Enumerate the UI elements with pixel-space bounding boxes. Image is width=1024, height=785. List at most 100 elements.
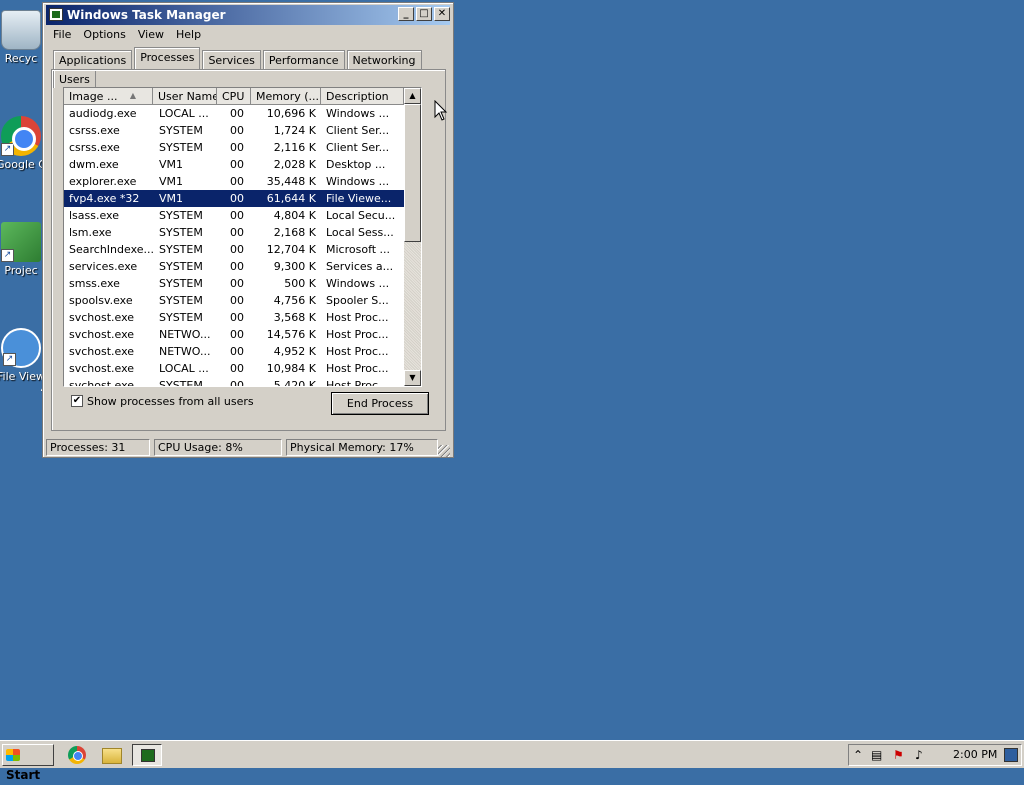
menu-file[interactable]: File (47, 26, 77, 43)
vertical-scrollbar[interactable]: ▲ ▼ (404, 88, 421, 386)
taskbar-explorer-icon[interactable] (102, 748, 122, 764)
menu-options[interactable]: Options (77, 26, 131, 43)
memory-cell: 61,644 K (266, 192, 316, 205)
flag-icon[interactable]: ⚑ (893, 748, 904, 762)
process-name-cell: svchost.exe (69, 362, 135, 375)
cpu-cell: 00 (230, 294, 244, 307)
column-header-memory[interactable]: Memory (... (251, 88, 321, 105)
memory-cell: 2,028 K (273, 158, 316, 171)
process-name-cell: SearchIndexe... (69, 243, 153, 256)
column-header-cpu[interactable]: CPU (217, 88, 251, 105)
scroll-down-button[interactable]: ▼ (404, 370, 421, 386)
tab-applications[interactable]: Applications (53, 50, 133, 69)
column-header-user-name[interactable]: User Name (153, 88, 217, 105)
resize-grip[interactable] (438, 445, 450, 457)
menu-help[interactable]: Help (170, 26, 207, 43)
table-row[interactable]: svchost.exe NETWO... 00 14,576 K Host Proc..… (64, 326, 404, 343)
cpu-cell: 00 (230, 124, 244, 137)
close-button[interactable]: ✕ (434, 7, 450, 21)
table-row[interactable]: svchost.exe NETWO... 00 4,952 K Host Proc... (64, 343, 404, 360)
user-name-cell: NETWO... (159, 345, 211, 358)
column-header-image-name[interactable]: Image ... ▲ (64, 88, 153, 105)
description-cell: Windows ... (326, 175, 390, 188)
table-row[interactable]: lsm.exe SYSTEM 00 2,168 K Local Sess... (64, 224, 404, 241)
title-bar[interactable]: Windows Task Manager _ □ ✕ (46, 5, 450, 25)
table-row[interactable]: services.exe SYSTEM 00 9,300 K Services a... (64, 258, 404, 275)
tab-networking[interactable]: Networking (346, 50, 422, 69)
description-cell: Windows ... (326, 277, 390, 290)
taskbar-chrome-icon[interactable] (68, 746, 86, 764)
table-row[interactable]: smss.exe SYSTEM 00 500 K Windows ... (64, 275, 404, 292)
table-row[interactable]: svchost.exe SYSTEM 00 3,568 K Host Proc... (64, 309, 404, 326)
mouse-cursor-icon (434, 100, 448, 121)
table-row[interactable]: csrss.exe SYSTEM 00 2,116 K Client Ser... (64, 139, 404, 156)
memory-cell: 4,756 K (273, 294, 316, 307)
show-all-users-label: Show processes from all users (87, 394, 254, 408)
user-name-cell: LOCAL ... (159, 362, 209, 375)
table-row[interactable]: spoolsv.exe SYSTEM 00 4,756 K Spooler S... (64, 292, 404, 309)
description-cell: Client Ser... (326, 124, 390, 137)
user-name-cell: SYSTEM (159, 124, 203, 137)
user-name-cell: SYSTEM (159, 141, 203, 154)
process-name-cell: lsass.exe (69, 209, 119, 222)
process-name-cell: services.exe (69, 260, 138, 273)
memory-cell: 4,952 K (273, 345, 316, 358)
taskbar-task-manager-button[interactable] (132, 744, 162, 766)
scroll-up-button[interactable]: ▲ (404, 88, 421, 104)
table-row[interactable]: csrss.exe SYSTEM 00 1,724 K Client Ser... (64, 122, 404, 139)
tab-performance[interactable]: Performance (262, 50, 345, 69)
speaker-icon[interactable]: ♪ (915, 748, 923, 762)
process-name-cell: spoolsv.exe (69, 294, 133, 307)
menu-view[interactable]: View (132, 26, 170, 43)
tab-services[interactable]: Services (202, 50, 261, 69)
network-icon[interactable]: ▤ (871, 748, 882, 762)
end-process-button[interactable]: End Process (331, 392, 429, 415)
memory-cell: 500 K (284, 277, 316, 290)
windows-logo-icon (6, 749, 20, 761)
process-name-cell: csrss.exe (69, 141, 120, 154)
memory-cell: 10,696 K (266, 107, 316, 120)
user-name-cell: SYSTEM (159, 209, 203, 222)
process-list[interactable]: Image ... ▲ User Name CPU Memory (... Des… (63, 87, 422, 387)
status-cpu-usage: CPU Usage: 8% (154, 439, 282, 456)
table-row[interactable]: dwm.exe VM1 00 2,028 K Desktop ... (64, 156, 404, 173)
tab-processes[interactable]: Processes (134, 47, 201, 69)
description-cell: Services a... (326, 260, 394, 273)
process-name-cell: svchost.exe (69, 379, 135, 387)
memory-cell: 2,168 K (273, 226, 316, 239)
table-row[interactable]: lsass.exe SYSTEM 00 4,804 K Local Secu... (64, 207, 404, 224)
show-all-users-checkbox[interactable]: ✔ (71, 395, 83, 407)
table-row[interactable]: SearchIndexe... SYSTEM 00 12,704 K Microsoft… (64, 241, 404, 258)
description-cell: Host Proc... (326, 362, 389, 375)
start-label: Start (6, 768, 41, 782)
maximize-button[interactable]: □ (416, 7, 432, 21)
cpu-cell: 00 (230, 175, 244, 188)
memory-cell: 2,116 K (273, 141, 316, 154)
status-bar: Processes: 31 CPU Usage: 8% Physical Mem… (46, 439, 450, 457)
task-manager-icon (49, 8, 63, 21)
column-header-description[interactable]: Description (321, 88, 404, 105)
shortcut-arrow-icon: ↗ (1, 143, 14, 156)
list-rows: audiodg.exe LOCAL ... 00 10,696 K Windows ..… (64, 105, 404, 387)
chevron-up-icon[interactable]: ⌃ (853, 748, 863, 762)
cpu-cell: 00 (230, 192, 244, 205)
table-row[interactable]: explorer.exe VM1 00 35,448 K Windows ... (64, 173, 404, 190)
cpu-cell: 00 (230, 379, 244, 387)
user-name-cell: SYSTEM (159, 294, 203, 307)
clock[interactable]: 2:00 PM (953, 748, 997, 761)
show-desktop-button[interactable] (1004, 748, 1018, 762)
user-name-cell: SYSTEM (159, 260, 203, 273)
cpu-cell: 00 (230, 362, 244, 375)
process-name-cell: fvp4.exe *32 (69, 192, 140, 205)
table-row[interactable]: svchost.exe LOCAL ... 00 10,984 K Host Proc.… (64, 360, 404, 377)
minimize-button[interactable]: _ (398, 7, 414, 21)
table-row[interactable]: fvp4.exe *32 VM1 00 61,644 K File Viewe... (64, 190, 404, 207)
scroll-thumb[interactable] (404, 104, 421, 242)
start-button[interactable]: Start (2, 744, 54, 782)
show-all-users-option[interactable]: ✔ Show processes from all users (71, 394, 254, 408)
table-row[interactable]: audiodg.exe LOCAL ... 00 10,696 K Windows ..… (64, 105, 404, 122)
recycle-bin-icon (1, 10, 41, 50)
table-row[interactable]: svchost.exe SYSTEM 00 5,420 K Host Proc... (64, 377, 404, 387)
cpu-cell: 00 (230, 260, 244, 273)
description-cell: Host Proc... (326, 345, 389, 358)
